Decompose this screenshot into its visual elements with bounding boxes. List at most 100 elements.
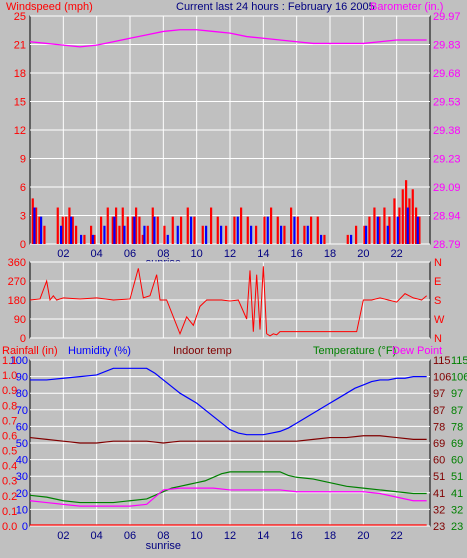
windspeed-bar (65, 216, 68, 244)
chart-title: Current last 24 hours : February 16 2005 (176, 1, 375, 13)
windspeed-bar (316, 216, 319, 244)
wind-panel: Windspeed (mph) Current last 24 hours : … (6, 1, 461, 269)
windspeed-bar (303, 225, 306, 244)
gust-bar (70, 216, 73, 244)
gust-bar (166, 234, 169, 244)
temperature-tick-label: 106 (451, 372, 467, 384)
x-tick-label: 16 (291, 530, 303, 542)
rainfall-tick-label: 0.5 (2, 446, 17, 458)
x-tick-label: 14 (257, 530, 269, 542)
humidity-tick-label: 10 (16, 504, 28, 516)
gust-bar (376, 216, 379, 244)
temperature-tick-label: 69 (451, 438, 463, 450)
windspeed-bar (401, 189, 404, 244)
temperature-tick-label: 78 (451, 421, 463, 433)
barometer-tick-label: 29.83 (433, 40, 461, 52)
gust-bar (133, 216, 136, 244)
windspeed-bar (283, 225, 286, 244)
x-tick-label: 14 (257, 248, 269, 260)
windspeed-bar (310, 216, 313, 244)
weather-panel: Rainfall (in) Humidity (%) Indoor temp T… (2, 345, 467, 552)
barometer-tick-label: 29.23 (433, 154, 461, 166)
gust-bar (250, 225, 253, 244)
gust-bar (416, 216, 419, 244)
x-tick-label: 06 (124, 530, 136, 542)
x-tick-label: 20 (357, 530, 369, 542)
windspeed-bar (138, 216, 141, 244)
x-tick-label: 06 (124, 248, 136, 260)
gust-bar (33, 207, 36, 244)
windspeed-bar (126, 216, 129, 244)
x-tick-label: 16 (291, 248, 303, 260)
windspeed-bar (75, 225, 78, 244)
gust-bar (386, 225, 389, 244)
windspeed-bar (56, 207, 59, 244)
rainfall-tick-label: 0.3 (2, 476, 17, 488)
humidity-tick-label: 20 (16, 488, 28, 500)
x-tick-label: 12 (224, 530, 236, 542)
x-tick-label: 22 (391, 530, 403, 542)
gust-bar (280, 225, 283, 244)
indoor-temp-tick-label: 60 (433, 455, 445, 467)
windspeed-bar (163, 225, 166, 244)
barometer-tick-label: 29.53 (433, 97, 461, 109)
x-tick-label: 10 (191, 530, 203, 542)
windspeed-bar (296, 216, 299, 244)
direction-tick-label: 270 (8, 276, 26, 288)
indoor-temp-title: Indoor temp (173, 345, 232, 357)
rainfall-tick-label: 0.8 (2, 400, 17, 412)
indoor-temp-tick-label: 97 (433, 388, 445, 400)
windspeed-bar (355, 225, 358, 244)
direction-tick-label: 90 (14, 314, 26, 326)
compass-tick-label: S (434, 295, 441, 307)
indoor-temp-tick-label: 23 (433, 521, 445, 533)
temperature-tick-label: 60 (451, 455, 463, 467)
humidity-tick-label: 90 (16, 372, 28, 384)
barometer-tick-label: 29.97 (433, 11, 461, 23)
barometer-tick-label: 29.09 (433, 182, 461, 194)
humidity-tick-label: 50 (16, 438, 28, 450)
gust-bar (190, 216, 193, 244)
indoor-temp-tick-label: 41 (433, 488, 445, 500)
gust-bar (153, 216, 156, 244)
x-tick-label: 20 (357, 248, 369, 260)
barometer-tick-label: 28.79 (433, 239, 461, 251)
compass-tick-label: W (434, 314, 445, 326)
windspeed-bar (255, 225, 258, 244)
humidity-tick-label: 80 (16, 388, 28, 400)
windspeed-tick-label: 12 (14, 125, 26, 137)
windspeed-tick-label: 9 (20, 154, 26, 166)
gust-bar (220, 225, 223, 244)
x-tick-label: 12 (224, 248, 236, 260)
windspeed-bar (106, 207, 109, 244)
windspeed-bar (411, 189, 414, 244)
windspeed-tick-label: 0 (20, 239, 26, 251)
windspeed-bar (270, 207, 273, 244)
temperature-tick-label: 41 (451, 488, 463, 500)
windspeed-tick-label: 21 (14, 40, 26, 52)
windspeed-bar (83, 234, 86, 244)
humidity-axis-title: Humidity (%) (68, 345, 131, 357)
compass-tick-label: E (434, 276, 441, 288)
rainfall-tick-label: 0.6 (2, 430, 17, 442)
humidity-tick-label: 70 (16, 405, 28, 417)
direction-tick-label: 180 (8, 295, 26, 307)
rainfall-tick-label: 0.7 (2, 415, 17, 427)
rainfall-tick-label: 0.1 (2, 506, 17, 518)
gust-bar (123, 225, 126, 244)
rainfall-tick-label: 0.4 (2, 461, 17, 473)
windspeed-bar (263, 216, 266, 244)
windspeed-bar (193, 216, 196, 244)
indoor-temp-tick-label: 69 (433, 438, 445, 450)
humidity-tick-label: 60 (16, 421, 28, 433)
direction-panel: 090180270360 NESWN (8, 257, 445, 345)
windspeed-tick-label: 3 (20, 211, 26, 223)
barometer-tick-label: 29.68 (433, 68, 461, 80)
temperature-tick-label: 51 (451, 471, 463, 483)
gust-bar (103, 225, 106, 244)
direction-tick-label: 360 (8, 257, 26, 269)
indoor-temp-tick-label: 32 (433, 504, 445, 516)
windspeed-bar (233, 216, 236, 244)
rainfall-tick-label: 0.9 (2, 385, 17, 397)
direction-tick-label: 0 (20, 333, 26, 345)
